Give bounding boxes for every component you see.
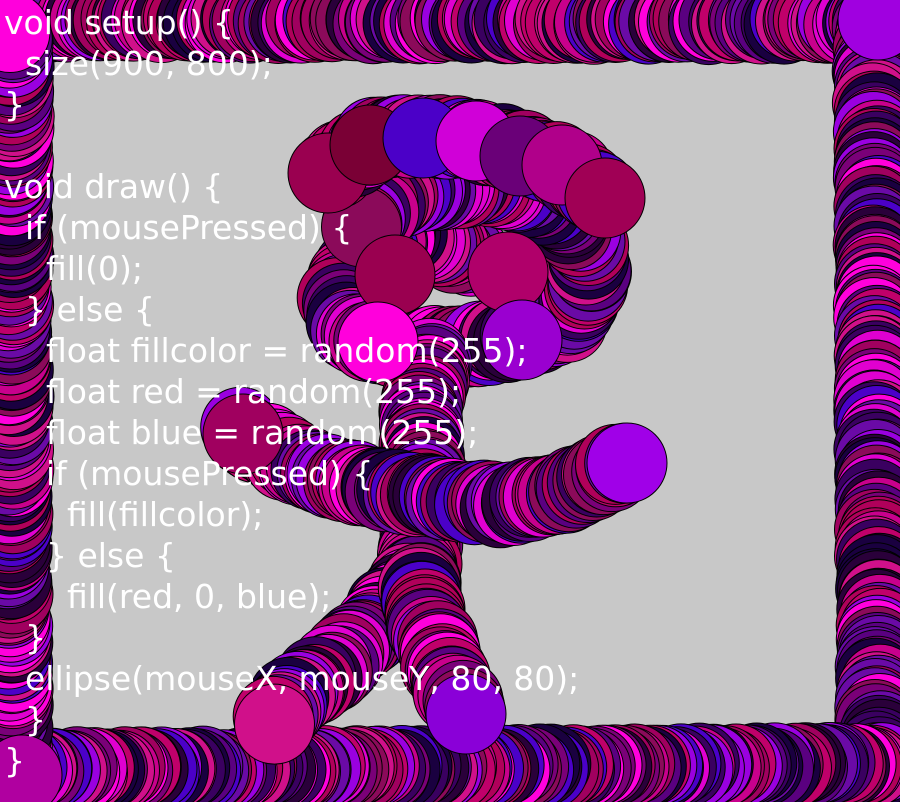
code-line: } [4, 741, 25, 780]
code-line: fill(red, 0, blue); [4, 577, 332, 616]
sketch-canvas[interactable]: void setup() { size(900, 800);} void draw… [0, 0, 900, 802]
code-line: } else { [4, 290, 155, 329]
code-line: void setup() { [4, 3, 234, 42]
ellipse-mark [586, 422, 668, 504]
code-line: ellipse(mouseX, mouseY, 80, 80); [4, 659, 580, 698]
code-line: float red = random(255); [4, 372, 462, 411]
code-line: if (mousePressed) { [4, 208, 353, 247]
code-line: if (mousePressed) { [4, 454, 374, 493]
code-line: } [4, 618, 46, 657]
code-line: float fillcolor = random(255); [4, 331, 528, 370]
code-line: } [4, 85, 25, 124]
code-line: float blue = random(255); [4, 413, 479, 452]
code-line: } else { [4, 536, 176, 575]
code-line: fill(fillcolor); [4, 495, 264, 534]
code-line: fill(0); [4, 249, 143, 288]
code-line: } [4, 700, 46, 739]
code-line: size(900, 800); [4, 44, 273, 83]
code-overlay: void setup() { size(900, 800);} void draw… [4, 2, 579, 781]
code-line: void draw() { [4, 167, 224, 206]
